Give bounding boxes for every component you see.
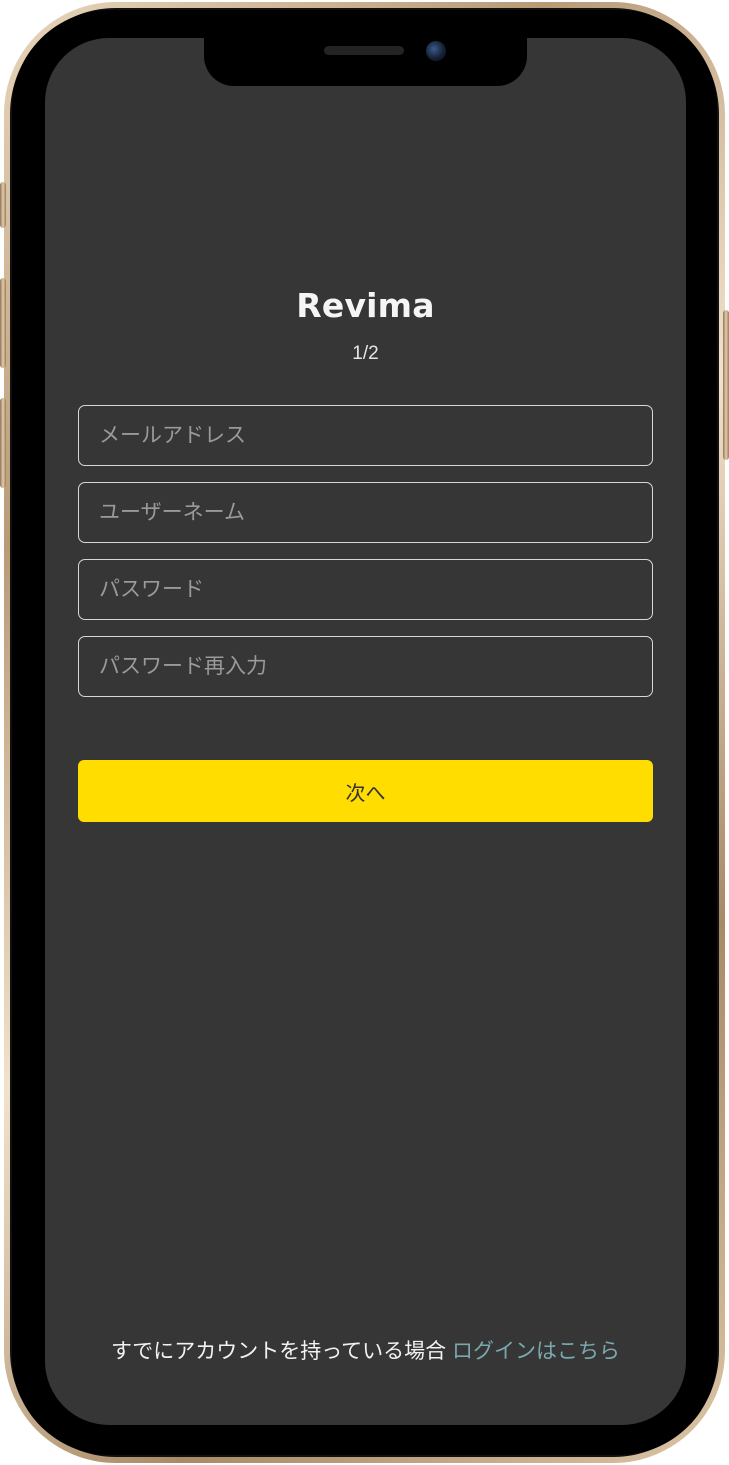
volume-up-button bbox=[0, 278, 6, 368]
power-button bbox=[723, 310, 729, 460]
next-button[interactable]: 次へ bbox=[78, 760, 653, 822]
silent-switch bbox=[0, 182, 6, 228]
login-link[interactable]: ログインはこちら bbox=[452, 1340, 620, 1363]
password-confirm-field[interactable] bbox=[78, 636, 653, 697]
login-prompt-text: すでにアカウントを持っている場合 bbox=[110, 1340, 447, 1363]
step-indicator: 1/2 bbox=[352, 343, 379, 364]
app-screen: Revima 1/2 次へ すでにアカウントを持っている場合 ログインはこちら bbox=[45, 38, 686, 1425]
speaker-grille bbox=[324, 46, 404, 55]
notch bbox=[204, 38, 527, 86]
app-title: Revima bbox=[296, 286, 435, 325]
password-field[interactable] bbox=[78, 559, 653, 620]
email-field[interactable] bbox=[78, 405, 653, 466]
username-field[interactable] bbox=[78, 482, 653, 543]
volume-down-button bbox=[0, 398, 6, 488]
login-prompt: すでにアカウントを持っている場合 ログインはこちら bbox=[45, 1335, 686, 1365]
front-camera-icon bbox=[426, 41, 446, 61]
